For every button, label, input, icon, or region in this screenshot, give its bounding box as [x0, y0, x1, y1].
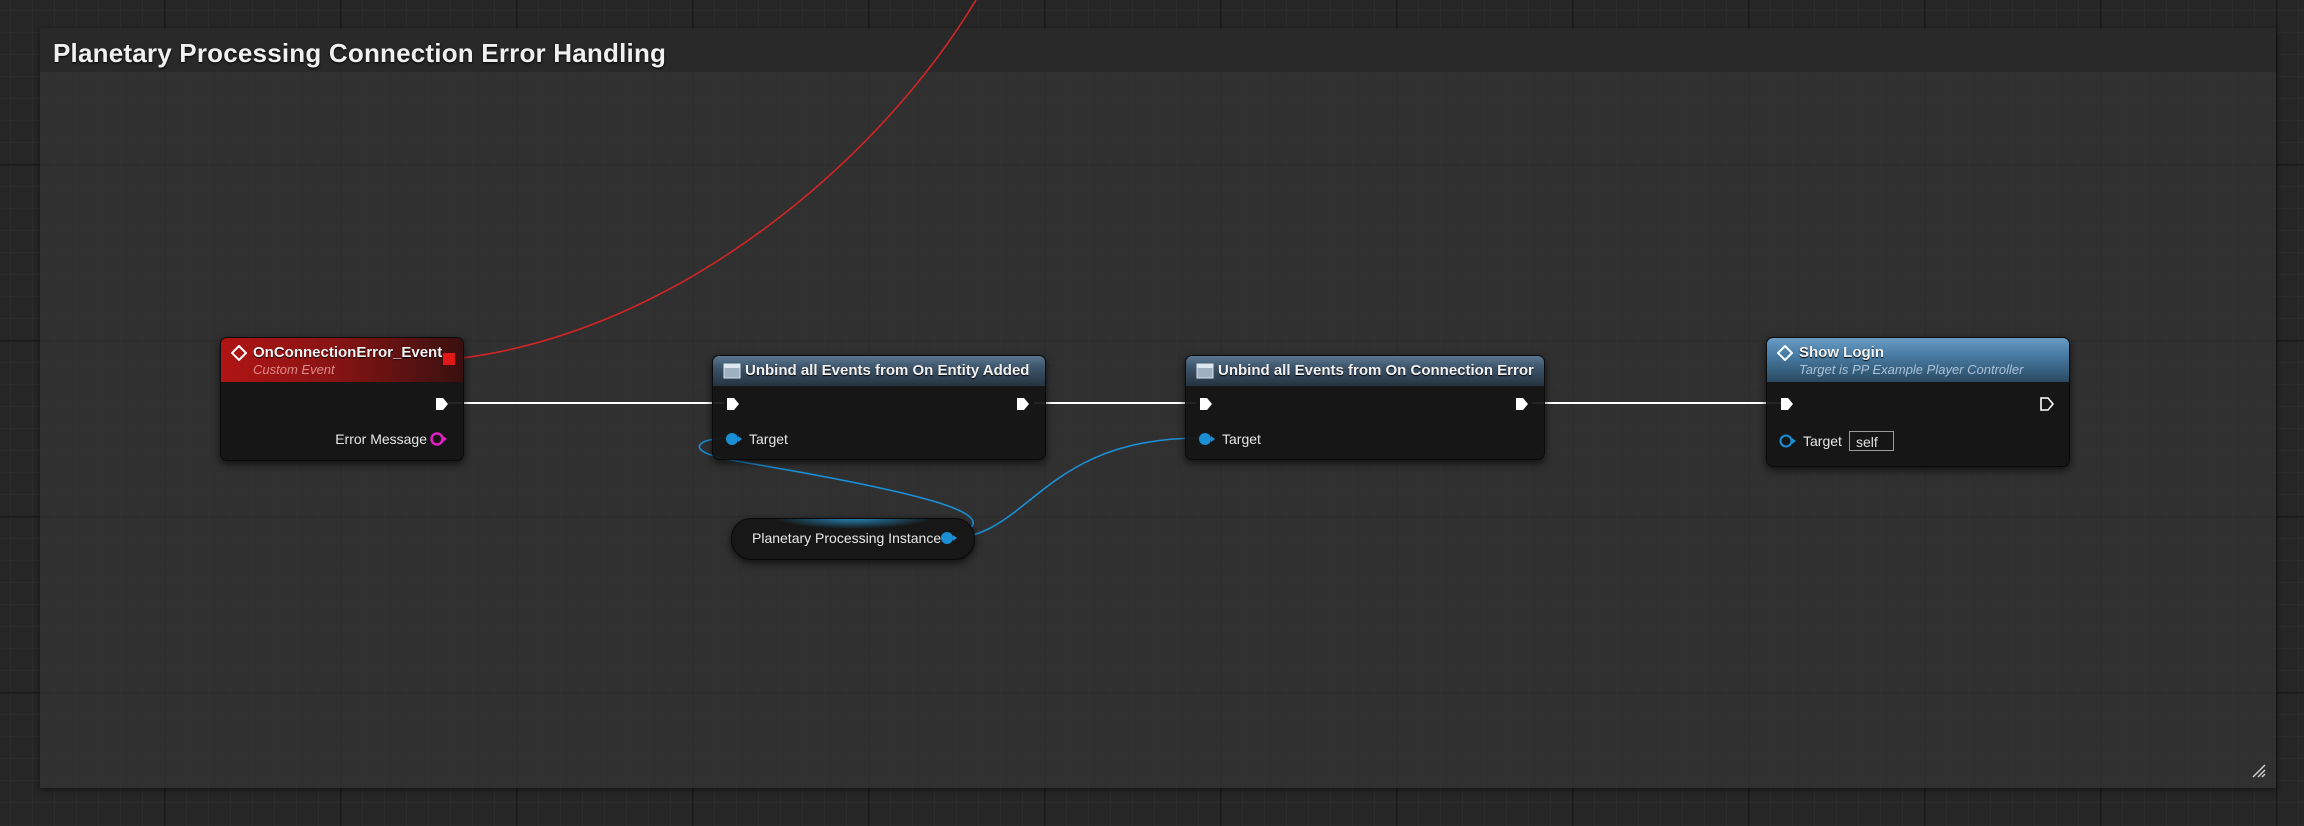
function-diamond-icon: [1777, 345, 1793, 361]
exec-out-pin-icon[interactable]: [2039, 396, 2055, 412]
unbind-connection-title: Unbind all Events from On Connection Err…: [1218, 362, 1534, 379]
exec-out-pin-icon[interactable]: [1514, 396, 1530, 412]
object-out-pin-icon[interactable]: [940, 531, 958, 545]
resize-grip-icon[interactable]: [2250, 762, 2266, 778]
comment-header[interactable]: Planetary Processing Connection Error Ha…: [40, 28, 2276, 72]
variable-glow: [772, 519, 934, 529]
show-login-title: Show Login: [1799, 344, 1884, 361]
function-icon: [1196, 363, 1214, 379]
comment-title: Planetary Processing Connection Error Ha…: [53, 38, 667, 68]
unbind-connection-header[interactable]: Unbind all Events from On Connection Err…: [1186, 356, 1544, 386]
show-login-node[interactable]: Show Login Target is PP Example Player C…: [1766, 337, 2070, 467]
string-pin-icon[interactable]: [430, 431, 450, 447]
object-pin-icon[interactable]: [1198, 432, 1216, 446]
exec-in-pin-icon[interactable]: [1198, 396, 1214, 412]
unbind-entity-added-node[interactable]: Unbind all Events from On Entity Added T…: [712, 355, 1046, 460]
show-login-header[interactable]: Show Login Target is PP Example Player C…: [1767, 338, 2069, 382]
target-default-field[interactable]: self: [1849, 431, 1894, 451]
object-pin-icon[interactable]: [725, 432, 743, 446]
object-pin-icon[interactable]: [1779, 434, 1797, 448]
unbind-entity-header[interactable]: Unbind all Events from On Entity Added: [713, 356, 1045, 386]
unbind-connection-error-node[interactable]: Unbind all Events from On Connection Err…: [1185, 355, 1545, 460]
unbind-entity-title: Unbind all Events from On Entity Added: [745, 362, 1030, 379]
show-login-subtitle: Target is PP Example Player Controller: [1799, 362, 2024, 377]
function-icon: [723, 363, 741, 379]
custom-event-node[interactable]: OnConnectionError_Event Custom Event Err…: [220, 337, 464, 461]
event-node-subtitle: Custom Event: [253, 362, 335, 377]
exec-in-pin-icon[interactable]: [725, 396, 741, 412]
variable-label: Planetary Processing Instance: [752, 530, 942, 546]
target-pin-label: Target: [1803, 433, 1842, 449]
event-diamond-icon: [231, 345, 247, 361]
target-pin-label: Target: [749, 431, 788, 447]
error-message-label: Error Message: [335, 431, 427, 447]
delegate-pin-icon[interactable]: [443, 353, 455, 365]
target-pin-label: Target: [1222, 431, 1261, 447]
event-node-header[interactable]: OnConnectionError_Event Custom Event: [221, 338, 463, 382]
event-node-title: OnConnectionError_Event: [253, 344, 443, 361]
planetary-processing-instance-node[interactable]: Planetary Processing Instance: [731, 518, 975, 560]
exec-out-pin-icon[interactable]: [1015, 396, 1031, 412]
exec-out-pin-icon[interactable]: [434, 396, 450, 412]
exec-in-pin-icon[interactable]: [1779, 396, 1795, 412]
